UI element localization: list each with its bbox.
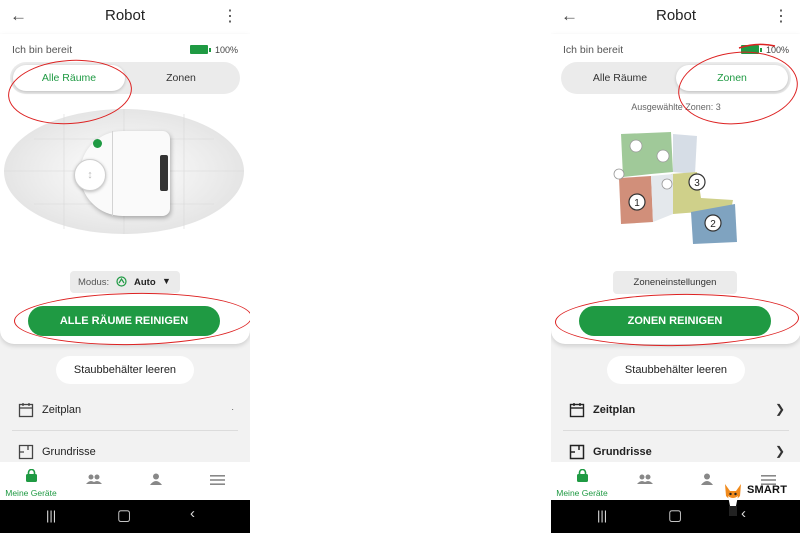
mode-label: Modus: (78, 277, 110, 288)
nav-users[interactable] (617, 466, 673, 498)
zone-map: 1 3 2 (613, 132, 737, 244)
smart-logo: SMART (721, 480, 796, 525)
recents-icon[interactable]: ||| (597, 508, 607, 523)
phone-left: ← Robot ⋮ Ich bin bereit 100% Alle Räume… (0, 0, 250, 533)
more-vertical-icon[interactable]: ⋮ (222, 6, 238, 26)
list-item-label: Grundrisse (593, 446, 652, 458)
hamburger-icon (210, 475, 225, 485)
robot-seam (112, 131, 113, 216)
map-marker (613, 168, 625, 180)
tab-zones[interactable]: Zonen (125, 65, 237, 91)
list-item-schedule[interactable]: Zeitplan · (12, 392, 238, 428)
robot-bin (160, 155, 168, 191)
zone-number: 2 (710, 219, 716, 230)
calendar-icon (569, 403, 585, 418)
nav-profile[interactable] (128, 466, 184, 498)
zone-badge-3[interactable]: 3 (688, 173, 706, 191)
robot-preview: ↕ (4, 109, 244, 234)
list-item-schedule[interactable]: Zeitplan ❯ (563, 392, 789, 428)
recents-icon[interactable]: ||| (46, 508, 56, 523)
divider (12, 430, 238, 431)
app-header: ← Robot ⋮ (0, 0, 250, 34)
zone-area-corridor (673, 134, 697, 174)
logo-text: SMART (747, 484, 788, 496)
calendar-icon (18, 403, 34, 418)
android-system-bar: ||| ▢ ‹ (0, 500, 250, 533)
list-item-label: Grundrisse (42, 446, 96, 458)
zone-badge-2[interactable]: 2 (704, 214, 722, 232)
nav-label: Meine Geräte (556, 488, 608, 498)
nav-my-devices[interactable]: Meine Geräte (3, 466, 59, 498)
floorplan-icon (18, 444, 34, 460)
list-item-label: Zeitplan (593, 404, 636, 416)
zone-badge-1[interactable]: 1 (628, 193, 646, 211)
empty-dustbin-button[interactable]: Staubbehälter leeren (607, 356, 745, 384)
status-label: Ich bin bereit (12, 44, 73, 56)
robot-led (93, 139, 102, 148)
robot-image: ↕ (74, 131, 170, 216)
nav-menu[interactable] (190, 466, 246, 498)
nav-users[interactable] (66, 466, 122, 498)
mode-value: Auto (134, 277, 156, 288)
tab-all-rooms[interactable]: Alle Räume (564, 65, 676, 91)
floorplan-icon (569, 444, 585, 460)
more-vertical-icon[interactable]: ⋮ (773, 6, 789, 26)
chevron-right-icon: ❯ (774, 444, 785, 458)
map-marker (656, 149, 670, 163)
app-header: ← Robot ⋮ (551, 0, 800, 34)
chevron-right-icon: ❯ (774, 402, 785, 416)
nav-my-devices[interactable]: Meine Geräte (554, 466, 610, 498)
annotation-stroke (738, 43, 776, 49)
bottom-navigation: Meine Geräte (0, 462, 250, 500)
mode-dropdown[interactable]: Modus: Auto ▼ (70, 271, 180, 293)
chevron-right-icon: · (231, 405, 234, 414)
status-label: Ich bin bereit (563, 44, 624, 56)
person-icon (150, 473, 162, 485)
page-title: Robot (655, 7, 697, 24)
home-icon[interactable]: ▢ (668, 506, 682, 524)
nav-label: Meine Geräte (5, 488, 57, 498)
empty-dustbin-button[interactable]: Staubbehälter leeren (56, 356, 194, 384)
lock-home-icon (26, 469, 37, 482)
map-marker (629, 139, 643, 153)
phone-right: ← Robot ⋮ Ich bin bereit 100% Alle Räume… (551, 0, 800, 533)
group-icon (637, 474, 653, 484)
map-marker (661, 178, 673, 190)
robot-bumper-icon: ↕ (74, 159, 106, 191)
page-title: Robot (104, 7, 146, 24)
zone-number: 1 (634, 198, 640, 209)
auto-mode-icon (116, 276, 127, 287)
zone-settings-button[interactable]: Zoneneinstellungen (613, 271, 737, 294)
battery-percent: 100% (214, 45, 238, 55)
fox-mascot-icon (725, 484, 741, 516)
home-icon[interactable]: ▢ (117, 506, 131, 524)
chevron-down-icon: ▼ (162, 276, 171, 286)
back-nav-icon[interactable]: ‹ (190, 505, 195, 522)
zone-number: 3 (694, 178, 700, 189)
battery-icon (190, 45, 211, 54)
person-icon (701, 473, 713, 485)
divider (563, 430, 789, 431)
screenshot-comparison: ← Robot ⋮ Ich bin bereit 100% Alle Räume… (0, 0, 800, 533)
group-icon (86, 474, 102, 484)
list-item-label: Zeitplan (42, 404, 82, 416)
lock-home-icon (577, 469, 588, 482)
